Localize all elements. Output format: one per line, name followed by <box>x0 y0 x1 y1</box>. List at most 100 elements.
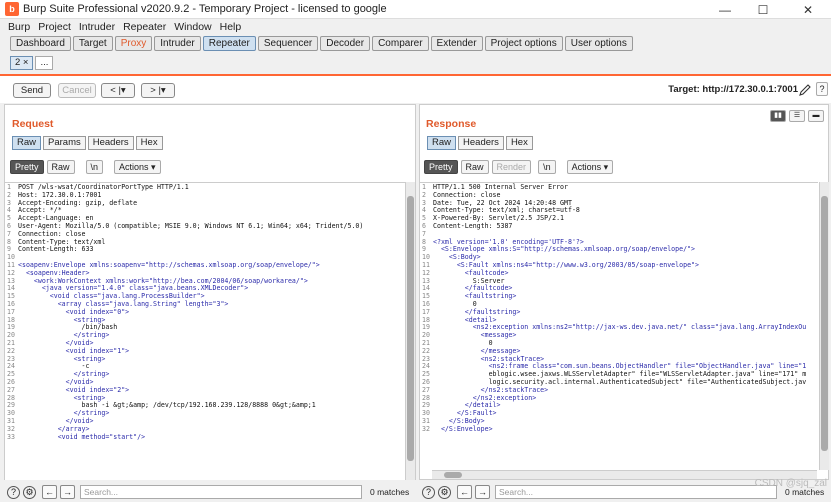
response-line-text: Date: Tue, 22 Oct 2024 14:20:48 GMT <box>433 198 572 207</box>
response-tab-headers[interactable]: Headers <box>458 136 504 150</box>
help-circle-icon[interactable]: ? <box>7 485 20 499</box>
help-icon[interactable]: ? <box>816 82 828 96</box>
request-newline-toggle[interactable]: \n <box>85 160 104 174</box>
menu-intruder[interactable]: Intruder <box>79 21 115 33</box>
response-line-number: 26 <box>422 377 430 386</box>
menu-burp[interactable]: Burp <box>8 21 30 33</box>
request-actions-menu[interactable]: Actions ▾ <box>114 160 161 174</box>
response-tab-raw[interactable]: Raw <box>427 136 457 150</box>
layout-horizontal-icon[interactable]: ☰ <box>789 110 805 122</box>
response-editor[interactable]: 1 HTTP/1.1 500 Internal Server Error 2 Conn… <box>420 182 818 470</box>
request-tab-hex[interactable]: Hex <box>135 136 163 150</box>
request-tabs: Raw Params Headers Hex <box>12 136 165 150</box>
back-button[interactable]: < |▾ <box>101 83 135 98</box>
response-scroll-thumb[interactable] <box>821 196 828 451</box>
request-line-number: 17 <box>7 307 15 316</box>
response-line-text: <message> <box>433 331 517 340</box>
request-search-input[interactable]: Search... <box>80 485 362 499</box>
response-newline-toggle[interactable]: \n <box>538 160 556 174</box>
request-line: 2 Host: 172.30.0.1:7001 <box>5 191 405 199</box>
settings-gear-icon[interactable]: ⚙ <box>23 485 36 499</box>
repeater-tab-more[interactable]: ... <box>35 56 54 70</box>
response-raw-button[interactable]: Raw <box>460 160 489 174</box>
close-window-button[interactable]: ✕ <box>790 0 826 19</box>
response-line-number: 2 <box>422 190 426 199</box>
cancel-button[interactable]: Cancel <box>58 83 96 98</box>
forward-button[interactable]: > |▾ <box>141 83 175 98</box>
response-line-number: 18 <box>422 315 430 324</box>
request-line-text: </string> <box>18 409 110 418</box>
layout-split-icon[interactable]: ▮▮ <box>770 110 786 122</box>
response-actions-menu[interactable]: Actions ▾ <box>566 160 614 174</box>
response-line: 10 <S:Body> <box>420 253 818 261</box>
request-pretty-button[interactable]: Pretty <box>10 160 44 174</box>
request-line: 23 <string> <box>5 355 405 363</box>
request-line-text: Accept: */* <box>18 206 62 215</box>
response-line: 15 <faultstring> <box>420 292 818 300</box>
help-circle-icon[interactable]: ? <box>422 485 435 499</box>
search-next-button[interactable]: → <box>60 485 75 499</box>
send-button[interactable]: Send <box>13 83 51 98</box>
tab-sequencer[interactable]: Sequencer <box>257 36 319 51</box>
response-line-text: </S:Body> <box>433 416 485 425</box>
tab-dashboard[interactable]: Dashboard <box>10 36 71 51</box>
tab-extender[interactable]: Extender <box>430 36 483 51</box>
repeater-tab-2[interactable]: 2 × <box>10 56 34 70</box>
response-tab-hex[interactable]: Hex <box>505 136 533 150</box>
menu-bar: Burp Project Intruder Repeater Window He… <box>0 19 831 34</box>
request-line: 28 <string> <box>5 394 405 402</box>
response-line-text: 0 <box>433 299 477 308</box>
request-editor[interactable]: 1 POST /wls-wsat/CoordinatorPortType HTTP… <box>5 182 405 480</box>
request-line: 1 POST /wls-wsat/CoordinatorPortType HTTP… <box>5 183 405 191</box>
response-pretty-button[interactable]: Pretty <box>424 160 458 174</box>
tab-intruder[interactable]: Intruder <box>154 36 201 51</box>
response-line-number: 4 <box>422 206 426 215</box>
request-line-text: <array class="java.lang.String" length="… <box>18 299 229 308</box>
response-line-number: 16 <box>422 299 430 308</box>
response-line-number: 6 <box>422 221 426 230</box>
search-next-button[interactable]: → <box>475 485 490 499</box>
response-line-number: 30 <box>422 409 430 418</box>
request-line-text: </string> <box>18 370 110 379</box>
edit-target-icon[interactable] <box>798 83 812 97</box>
settings-gear-icon[interactable]: ⚙ <box>438 485 451 499</box>
response-line: 22 </message> <box>420 347 818 355</box>
tab-user-options[interactable]: User options <box>564 36 633 51</box>
response-search-input[interactable]: Search... <box>495 485 777 499</box>
search-prev-button[interactable]: ← <box>457 485 472 499</box>
burp-logo-icon: b <box>5 2 19 16</box>
request-line: 19 /bin/bash <box>5 323 405 331</box>
request-line-number: 11 <box>7 260 15 269</box>
tab-project-options[interactable]: Project options <box>484 36 563 51</box>
response-hscroll-thumb[interactable] <box>444 472 462 478</box>
response-line: 17 </faultstring> <box>420 308 818 316</box>
menu-project[interactable]: Project <box>38 21 71 33</box>
menu-help[interactable]: Help <box>220 21 242 33</box>
minimize-button[interactable]: — <box>707 0 743 19</box>
response-render-button[interactable]: Render <box>491 160 532 174</box>
maximize-button[interactable]: ☐ <box>745 0 781 19</box>
request-raw-button[interactable]: Raw <box>46 160 75 174</box>
search-prev-button[interactable]: ← <box>42 485 57 499</box>
response-line-number: 23 <box>422 354 430 363</box>
request-tab-headers[interactable]: Headers <box>87 136 134 150</box>
request-tab-raw[interactable]: Raw <box>12 136 42 150</box>
tab-comparer[interactable]: Comparer <box>372 36 429 51</box>
response-scrollbar[interactable] <box>819 182 829 470</box>
tab-repeater[interactable]: Repeater <box>202 36 256 51</box>
request-scrollbar[interactable] <box>405 182 415 480</box>
menu-window[interactable]: Window <box>174 21 211 33</box>
response-line-number: 8 <box>422 237 426 246</box>
response-line-text: <S:Body> <box>433 253 481 262</box>
request-tab-params[interactable]: Params <box>43 136 86 150</box>
tab-decoder[interactable]: Decoder <box>320 36 371 51</box>
request-line-number: 18 <box>7 315 15 324</box>
tab-proxy[interactable]: Proxy <box>114 36 153 51</box>
layout-single-icon[interactable]: ▬ <box>808 110 824 122</box>
tab-target[interactable]: Target <box>72 36 113 51</box>
request-line-number: 23 <box>7 354 15 363</box>
response-line-number: 9 <box>422 245 426 254</box>
request-line: 13 <work:WorkContext xmlns:work="http://… <box>5 277 405 285</box>
menu-repeater[interactable]: Repeater <box>123 21 166 33</box>
request-scroll-thumb[interactable] <box>407 196 414 461</box>
